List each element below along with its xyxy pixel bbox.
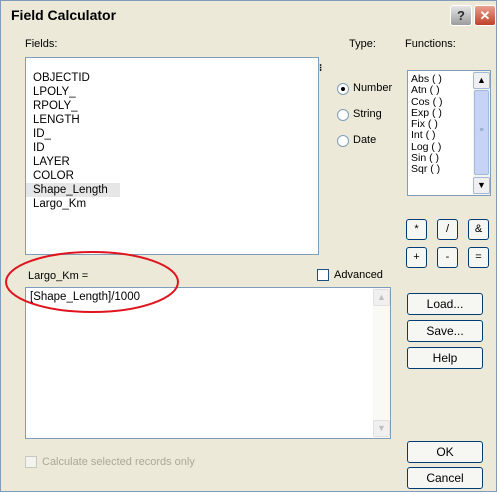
function-item[interactable]: Atn ( ) — [408, 84, 472, 96]
multiply-button[interactable]: * — [406, 219, 427, 240]
expression-textbox[interactable]: [Shape_Length]/1000 ▲ ▼ — [25, 287, 391, 439]
selected-only-checkbox[interactable] — [25, 456, 37, 468]
field-item[interactable]: LPOLY_ — [26, 85, 318, 99]
functions-label: Functions: — [405, 38, 456, 50]
cancel-button[interactable]: Cancel — [407, 467, 483, 489]
selected-only-label: Calculate selected records only — [42, 456, 195, 468]
field-item[interactable]: COLOR — [26, 169, 318, 183]
fields-scroll-grip[interactable]: ⁝ — [319, 63, 322, 74]
field-item[interactable]: RPOLY_ — [26, 99, 318, 113]
plus-button[interactable]: + — [406, 247, 427, 268]
functions-scrollbar[interactable]: ▲ ≡ ▼ — [473, 71, 490, 195]
field-item[interactable]: Shape_Length — [26, 183, 120, 197]
expr-scroll-up-icon[interactable]: ▲ — [373, 289, 390, 306]
advanced-label: Advanced — [334, 269, 383, 281]
type-string-radio[interactable] — [337, 109, 349, 121]
field-item[interactable]: Largo_Km — [26, 197, 318, 211]
expression-scrollbar[interactable]: ▲ ▼ — [373, 288, 390, 438]
expr-scroll-down-icon[interactable]: ▼ — [373, 420, 390, 437]
type-label: Type: — [349, 38, 376, 50]
field-item[interactable]: LENGTH — [26, 113, 318, 127]
function-item[interactable]: Sqr ( ) — [408, 164, 472, 176]
field-calculator-dialog: Field Calculator ? ✕ Fields: OBJECTID LPO… — [0, 0, 497, 492]
ok-button[interactable]: OK — [407, 441, 483, 463]
field-item[interactable]: ID — [26, 141, 318, 155]
advanced-checkbox[interactable] — [317, 269, 329, 281]
title-bar: Field Calculator ? ✕ — [1, 1, 496, 31]
concat-button[interactable]: & — [468, 219, 489, 240]
save-button[interactable]: Save... — [407, 320, 483, 342]
fields-label: Fields: — [25, 38, 58, 50]
scroll-down-icon[interactable]: ▼ — [473, 177, 490, 194]
close-button[interactable]: ✕ — [474, 5, 496, 26]
divide-button[interactable]: / — [437, 219, 458, 240]
scroll-up-icon[interactable]: ▲ — [473, 72, 490, 89]
minus-button[interactable]: - — [437, 247, 458, 268]
expression-text: [Shape_Length]/1000 — [30, 291, 140, 303]
field-item[interactable]: ID_ — [26, 127, 318, 141]
field-item[interactable]: LAYER — [26, 155, 318, 169]
window-title: Field Calculator — [11, 7, 117, 23]
type-date-radio[interactable] — [337, 135, 349, 147]
help-title-button[interactable]: ? — [450, 5, 472, 26]
equals-button[interactable]: = — [468, 247, 489, 268]
type-string-label: String — [353, 108, 382, 120]
functions-list[interactable]: Abs ( ) Atn ( ) Cos ( ) Exp ( ) Fix ( ) Int (… — [407, 70, 491, 196]
type-number-radio[interactable] — [337, 83, 349, 95]
fields-list[interactable]: OBJECTID LPOLY_ RPOLY_ LENGTH ID_ ID LAYER COLO… — [25, 57, 319, 255]
field-item[interactable]: OBJECTID — [26, 71, 318, 85]
scroll-thumb[interactable]: ≡ — [474, 90, 489, 175]
load-button[interactable]: Load... — [407, 293, 483, 315]
expression-label: Largo_Km = — [28, 270, 89, 282]
help-button[interactable]: Help — [407, 347, 483, 369]
type-number-label: Number — [353, 82, 393, 94]
type-date-label: Date — [353, 134, 377, 146]
